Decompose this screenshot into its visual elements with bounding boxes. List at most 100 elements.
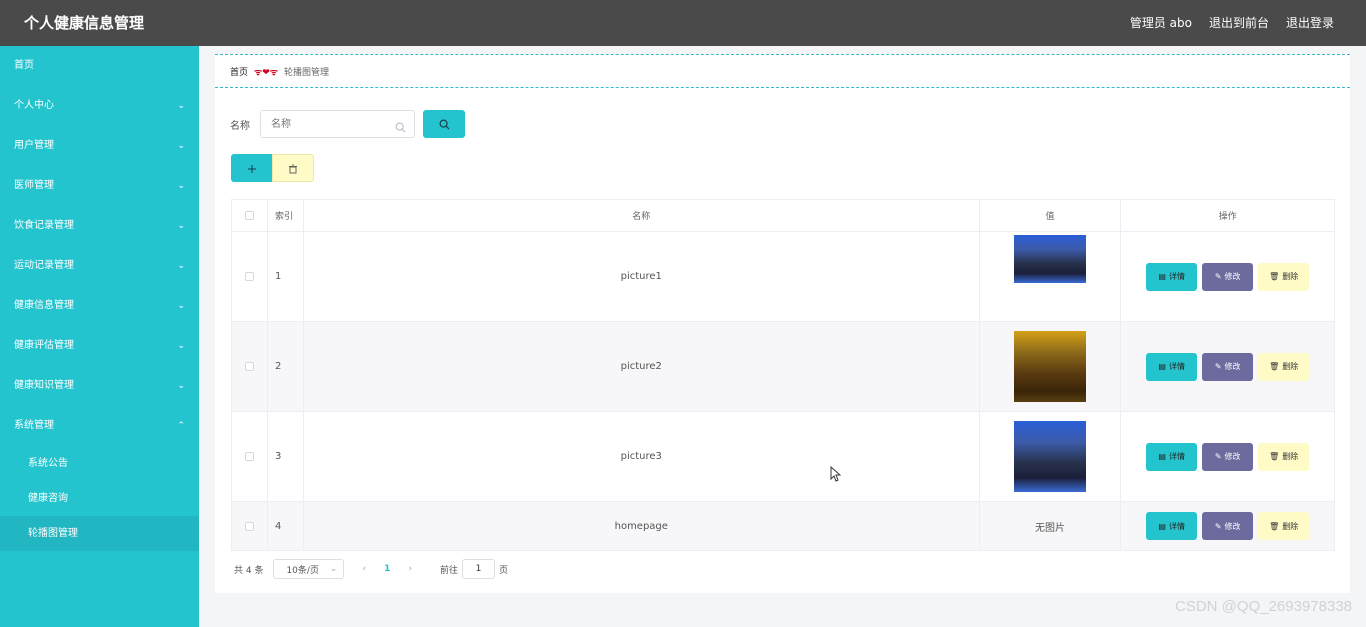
admin-user-label[interactable]: 管理员 abo — [1130, 14, 1192, 31]
search-button[interactable] — [423, 110, 465, 138]
data-table: 索引 名称 值 操作 1 picture1 ▤ 详情 ✎ 修改 🗑 删除 2 pict… — [231, 199, 1335, 551]
page-size-select[interactable]: 10条/页 ⌄ — [273, 559, 345, 579]
sidebar-subitem-announcements[interactable]: 系统公告 — [0, 446, 199, 481]
sidebar-subitem-consultation[interactable]: 健康咨询 — [0, 481, 199, 516]
detail-button[interactable]: ▤ 详情 — [1146, 512, 1198, 540]
delete-label: 删除 — [1282, 452, 1299, 461]
mouse-cursor-icon — [830, 465, 842, 486]
edit-label: 修改 — [1224, 452, 1241, 461]
sidebar-item-label: 系统管理 — [14, 420, 54, 431]
chevron-down-icon: ⌄ — [177, 221, 185, 231]
next-page-icon[interactable]: › — [408, 564, 412, 574]
sidebar-subitem-label: 健康咨询 — [28, 493, 68, 504]
sidebar-item-personal-center[interactable]: 个人中心 ⌄ — [0, 86, 199, 126]
row-thumbnail[interactable] — [1014, 421, 1087, 492]
table-row: 4 homepage 无图片 ▤ 详情 ✎ 修改 🗑 删除 — [232, 502, 1334, 550]
trash-icon: 🗑 — [1269, 521, 1280, 531]
sidebar-item-system-management[interactable]: 系统管理 ⌃ — [0, 406, 199, 446]
sidebar-item-diet-records[interactable]: 饮食记录管理 ⌄ — [0, 206, 199, 246]
row-thumbnail[interactable] — [1014, 234, 1087, 283]
detail-button[interactable]: ▤ 详情 — [1146, 262, 1198, 291]
row-checkbox-cell — [232, 322, 268, 411]
page-number[interactable]: 1 — [384, 564, 390, 574]
breadcrumb-separator: ᯤ❤ᯤ — [254, 67, 278, 78]
header-value: 值 — [980, 200, 1122, 231]
edit-button[interactable]: ✎ 修改 — [1202, 442, 1254, 471]
pagination-total: 共 4 条 — [234, 565, 264, 576]
edit-label: 修改 — [1224, 272, 1241, 281]
table-row: 3 picture3 ▤ 详情 ✎ 修改 🗑 删除 — [232, 412, 1334, 502]
row-value — [980, 232, 1122, 321]
chevron-down-icon: ⌄ — [329, 564, 338, 574]
sidebar-item-user-management[interactable]: 用户管理 ⌄ — [0, 126, 199, 166]
edit-button[interactable]: ✎ 修改 — [1202, 512, 1254, 540]
row-index: 3 — [268, 412, 304, 501]
sidebar-item-label: 健康评估管理 — [14, 340, 74, 351]
row-index: 1 — [268, 232, 304, 321]
row-index: 2 — [268, 322, 304, 411]
delete-button[interactable]: 🗑 删除 — [1258, 512, 1310, 540]
edit-button[interactable]: ✎ 修改 — [1202, 352, 1254, 381]
detail-button[interactable]: ▤ 详情 — [1146, 442, 1198, 471]
goto-page-input[interactable]: 1 — [461, 559, 495, 579]
row-checkbox[interactable] — [244, 521, 254, 531]
row-checkbox[interactable] — [244, 272, 254, 281]
detail-button[interactable]: ▤ 详情 — [1146, 352, 1198, 381]
delete-button[interactable]: 🗑 删除 — [1258, 442, 1310, 471]
sidebar-item-health-info[interactable]: 健康信息管理 ⌄ — [0, 286, 199, 326]
top-bar: 个人健康信息管理 管理员 abo 退出到前台 退出登录 — [0, 0, 1366, 46]
sidebar-item-label: 用户管理 — [14, 140, 54, 151]
row-value — [980, 322, 1122, 411]
logout-link[interactable]: 退出登录 — [1286, 14, 1334, 31]
table-header: 索引 名称 值 操作 — [232, 200, 1334, 232]
sidebar-item-health-assessment[interactable]: 健康评估管理 ⌄ — [0, 326, 199, 366]
goto-unit: 页 — [498, 565, 508, 576]
delete-button[interactable]: 🗑 删除 — [1258, 262, 1310, 291]
header-name: 名称 — [304, 200, 980, 231]
delete-label: 删除 — [1282, 521, 1299, 531]
sidebar: 首页 个人中心 ⌄ 用户管理 ⌄ 医师管理 ⌄ 饮食记录管理 ⌄ 运动记录管理 ⌄ 健康信… — [0, 46, 199, 627]
sidebar-item-label: 运动记录管理 — [14, 260, 74, 271]
chevron-down-icon: ⌄ — [177, 141, 185, 151]
chevron-up-icon: ⌃ — [177, 421, 185, 431]
add-button[interactable] — [231, 154, 272, 182]
row-checkbox-cell — [232, 412, 268, 501]
delete-label: 删除 — [1282, 362, 1299, 371]
sidebar-item-home[interactable]: 首页 — [0, 46, 199, 86]
search-row: 名称 — [230, 110, 465, 138]
batch-delete-button[interactable] — [272, 154, 314, 182]
prev-page-icon[interactable]: ‹ — [362, 564, 366, 574]
sidebar-subitem-carousel[interactable]: 轮播图管理 — [0, 516, 199, 551]
search-input[interactable] — [261, 111, 391, 137]
select-all-checkbox[interactable] — [244, 211, 254, 220]
chevron-down-icon: ⌄ — [177, 301, 185, 311]
plus-icon — [247, 159, 257, 178]
sidebar-item-exercise-records[interactable]: 运动记录管理 ⌄ — [0, 246, 199, 286]
document-icon: ▤ — [1158, 452, 1166, 461]
row-index: 4 — [268, 502, 304, 550]
delete-button[interactable]: 🗑 删除 — [1258, 352, 1310, 381]
row-ops: ▤ 详情 ✎ 修改 🗑 删除 — [1121, 412, 1334, 501]
delete-label: 删除 — [1282, 272, 1299, 281]
back-to-front-link[interactable]: 退出到前台 — [1209, 14, 1269, 31]
edit-button[interactable]: ✎ 修改 — [1202, 262, 1254, 291]
search-input-wrapper — [260, 110, 415, 138]
pagination: 共 4 条 10条/页 ⌄ ‹ 1 › 前往 1 页 — [234, 559, 508, 579]
row-name: picture3 — [304, 412, 980, 501]
row-checkbox-cell — [232, 232, 268, 321]
sidebar-item-health-knowledge[interactable]: 健康知识管理 ⌄ — [0, 366, 199, 406]
row-value — [980, 412, 1122, 501]
edit-icon: ✎ — [1214, 272, 1222, 281]
trash-icon — [288, 159, 298, 178]
row-checkbox[interactable] — [244, 362, 254, 371]
sidebar-item-label: 个人中心 — [14, 100, 54, 111]
sidebar-item-doctor-management[interactable]: 医师管理 ⌄ — [0, 166, 199, 206]
search-icon — [439, 115, 450, 134]
row-thumbnail[interactable] — [1014, 331, 1087, 402]
breadcrumb-home[interactable]: 首页 — [230, 65, 248, 78]
page-size-value: 10条/页 — [286, 565, 319, 576]
chevron-down-icon: ⌄ — [177, 341, 185, 351]
sidebar-item-label: 健康信息管理 — [14, 300, 74, 311]
main-content: 首页 ᯤ❤ᯤ 轮播图管理 名称 名称 索引 名称 值 操作 1 picture1… — [215, 54, 1350, 593]
row-checkbox[interactable] — [244, 452, 254, 461]
